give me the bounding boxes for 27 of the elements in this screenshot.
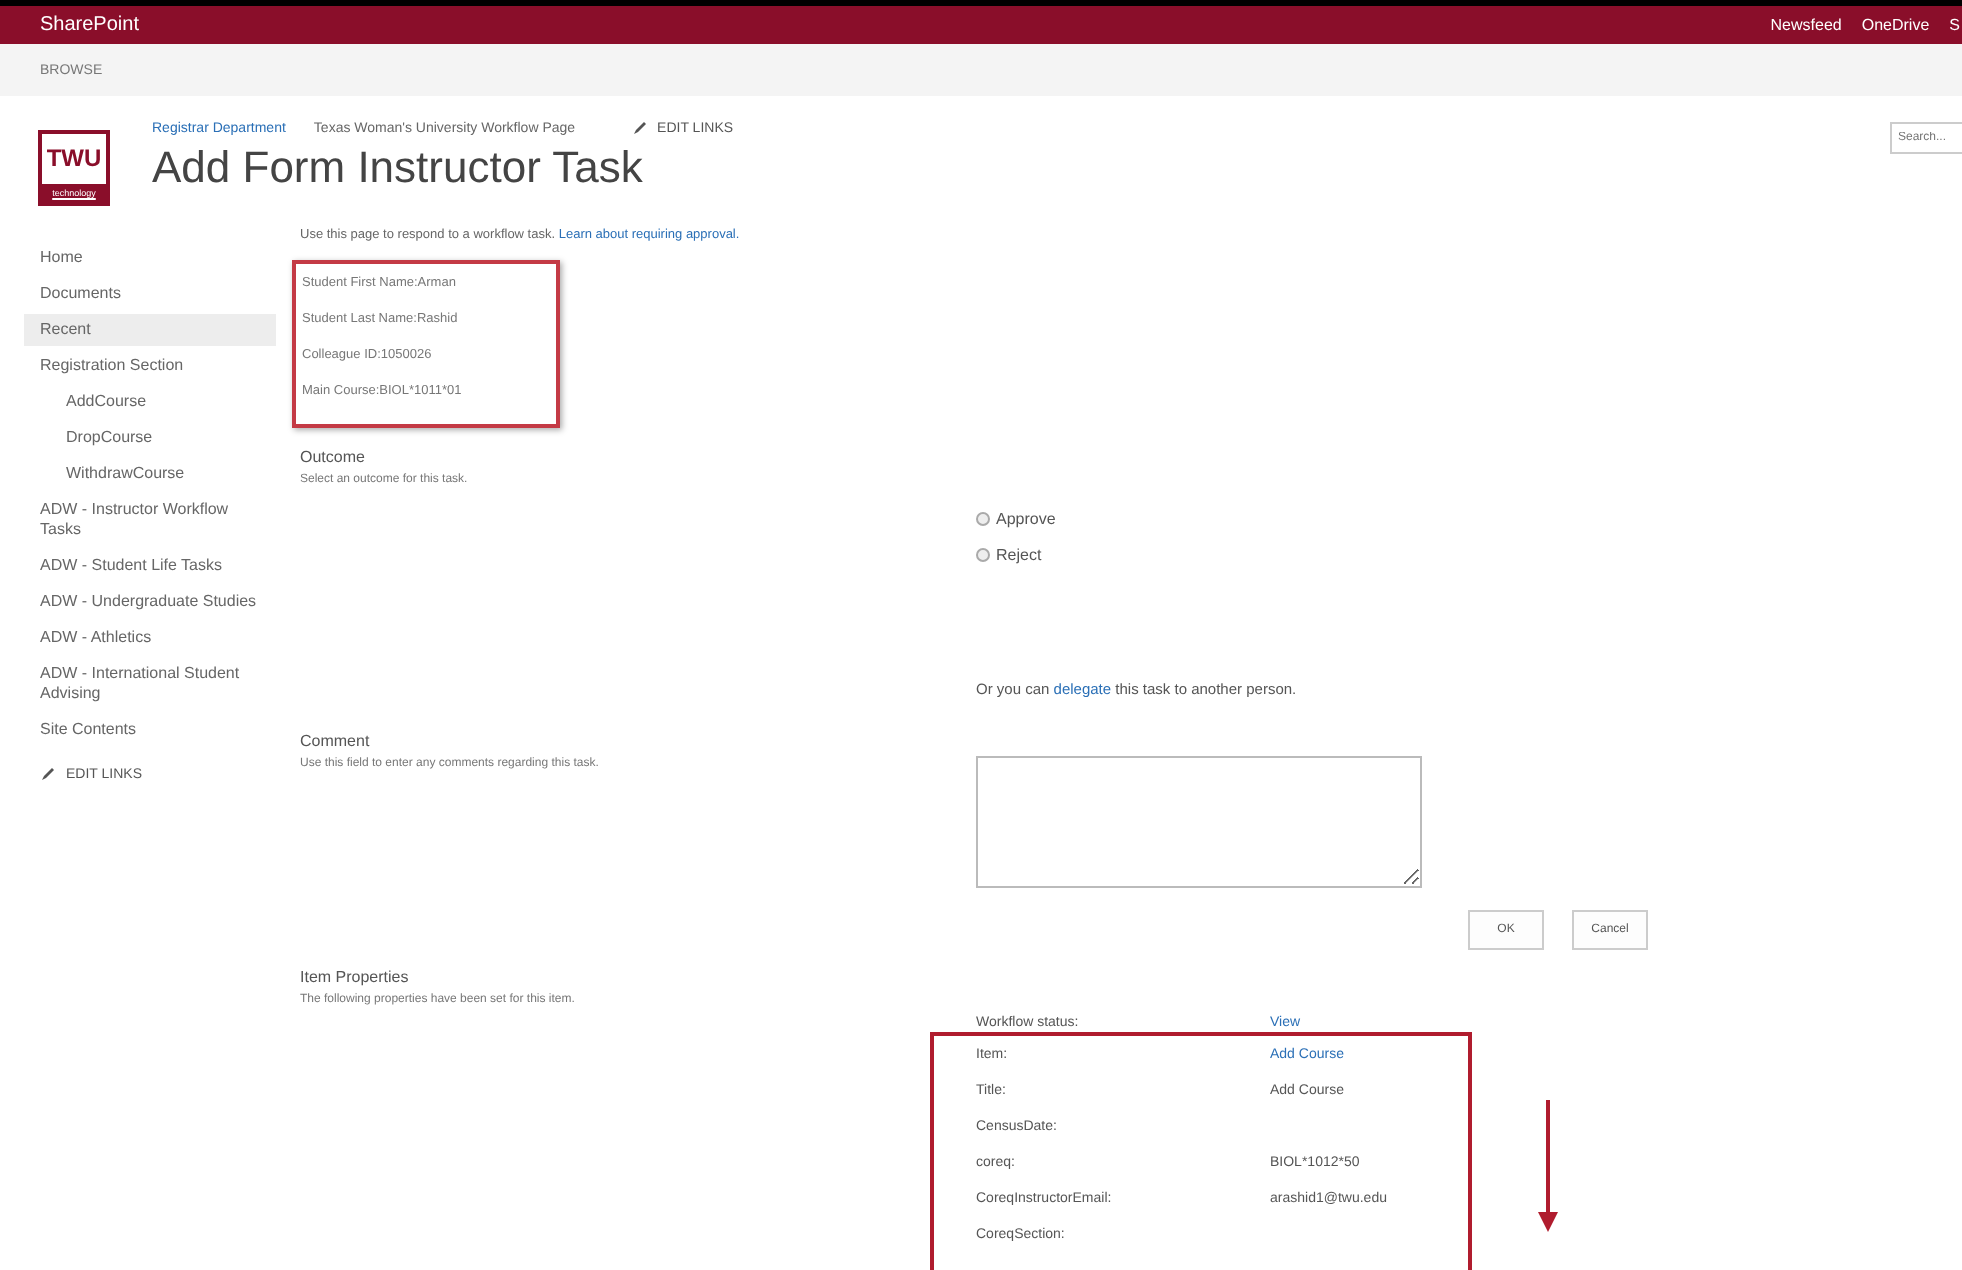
nav-item[interactable]: ADW - Instructor Workflow Tasks: [24, 494, 276, 546]
radio-option[interactable]: Approve: [976, 500, 1096, 536]
section-label: Item Properties: [300, 968, 411, 986]
annotation-arrow: [1538, 1100, 1558, 1232]
nav-item[interactable]: ADW - Student Life Tasks: [24, 550, 276, 582]
nav-item[interactable]: Home: [24, 242, 276, 274]
pencil-icon: [40, 766, 56, 782]
nav-item[interactable]: AddCourse: [24, 386, 302, 418]
nav-item[interactable]: ADW - International Student Advising: [24, 658, 276, 710]
top-nav-link[interactable]: OneDrive: [1861, 16, 1930, 34]
radio-option[interactable]: Reject: [976, 536, 1096, 572]
section-label: Comment: [300, 732, 372, 750]
nav-item[interactable]: ADW - Undergraduate Studies: [24, 586, 276, 618]
brand-link[interactable]: SharePoint: [40, 14, 139, 36]
pencil-icon: [631, 120, 648, 136]
comment-field[interactable]: [976, 756, 1422, 888]
section-label: Outcome: [300, 448, 367, 466]
nav-item[interactable]: WithdrawCourse: [24, 458, 302, 490]
page-title: Add Form Instructor Task: [152, 142, 645, 194]
top-nav-link[interactable]: S: [1949, 16, 1960, 34]
nav-item[interactable]: DropCourse: [24, 422, 302, 454]
nav-item[interactable]: Site Contents: [24, 714, 276, 746]
nav-item[interactable]: Registration Section: [24, 350, 276, 382]
nav-item[interactable]: Documents: [24, 278, 276, 310]
nav-item[interactable]: ADW - Athletics: [24, 622, 276, 654]
nav-item[interactable]: Recent: [24, 314, 276, 346]
top-nav-link[interactable]: Newsfeed: [1770, 16, 1842, 34]
